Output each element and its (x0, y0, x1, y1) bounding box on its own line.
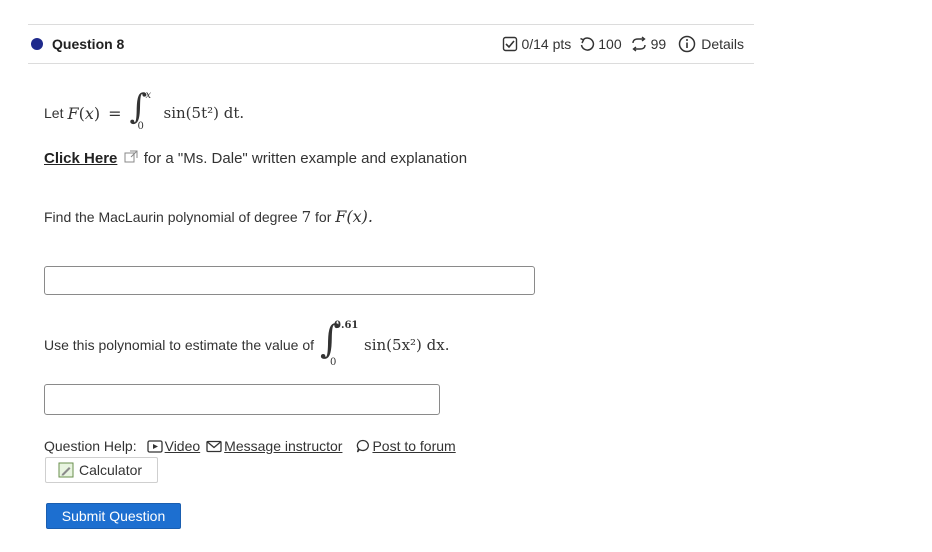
estimate-integral: ∫ 0.61 0 (320, 317, 362, 370)
attempts-text: 100 (598, 36, 622, 52)
lower-limit: 0 (137, 121, 144, 132)
question-status-dot (31, 38, 43, 50)
function-variable: x (84, 103, 94, 123)
estimate-instruction: Use this polynomial to estimate the valu… (44, 317, 450, 370)
upper-limit: x (145, 90, 152, 101)
external-link-icon (124, 150, 138, 163)
estimate-upper-limit: 0.61 (334, 320, 359, 331)
integral-expression: ∫ x 0 (130, 87, 160, 133)
message-instructor-link[interactable]: Message instructor (206, 438, 342, 454)
message-label: Message instructor (224, 438, 343, 454)
details-button[interactable]: Details (678, 35, 744, 53)
example-line: Click Here for a "Ms. Dale" written exam… (44, 150, 467, 167)
calculator-icon (58, 462, 74, 478)
submit-question-button[interactable]: Submit Question (46, 503, 181, 529)
equals-sign: = (108, 103, 122, 123)
retries-indicator: 99 (630, 36, 667, 52)
help-label: Question Help: (44, 438, 137, 454)
let-label: Let (44, 105, 64, 121)
envelope-icon (206, 440, 222, 452)
find-for: for (315, 209, 332, 225)
question-title: Question 8 (52, 36, 125, 52)
calculator-button[interactable]: Calculator (45, 457, 158, 483)
function-name: F (67, 103, 79, 123)
question-meta: 0/14 pts 100 99 Details (494, 35, 744, 53)
estimate-prefix: Use this polynomial to estimate the valu… (44, 337, 315, 353)
checkbox-icon (503, 36, 518, 52)
find-prefix: Find the MacLaurin polynomial of degree (44, 209, 298, 225)
retry-icon (631, 36, 646, 52)
estimate-integrand: sin(5x²) dx. (364, 336, 450, 354)
details-label: Details (701, 36, 744, 52)
integrand: sin(5t²) dt. (163, 104, 245, 122)
video-label: Video (164, 438, 201, 454)
score-indicator: 0/14 pts (502, 36, 571, 52)
click-here-link[interactable]: Click Here (44, 150, 117, 167)
post-to-forum-link[interactable]: Post to forum (356, 438, 456, 454)
estimate-answer-input[interactable] (44, 384, 440, 415)
score-text: 0/14 pts (521, 36, 572, 52)
degree-value: 7 (301, 208, 312, 226)
function-definition: Let F (x) = ∫ x 0 sin(5t²) dt. (44, 87, 245, 133)
info-icon (678, 35, 696, 53)
question-help: Question Help: Video Message instructor … (44, 438, 456, 454)
speech-bubble-icon (357, 439, 370, 453)
find-instruction: Find the MacLaurin polynomial of degree … (44, 207, 373, 226)
video-link[interactable]: Video (146, 438, 201, 454)
video-icon (146, 439, 163, 453)
polynomial-answer-input[interactable] (44, 266, 535, 295)
retries-text: 99 (650, 36, 667, 52)
example-description: for a "Ms. Dale" written example and exp… (143, 150, 468, 167)
question-header: Question 8 0/14 pts 100 99 Details (28, 24, 754, 64)
estimate-lower-limit: 0 (330, 357, 337, 368)
calculator-label: Calculator (79, 462, 143, 478)
attempts-indicator: 100 (579, 36, 622, 52)
undo-icon (580, 37, 595, 51)
find-function: F(x). (335, 207, 373, 226)
forum-label: Post to forum (372, 438, 456, 454)
